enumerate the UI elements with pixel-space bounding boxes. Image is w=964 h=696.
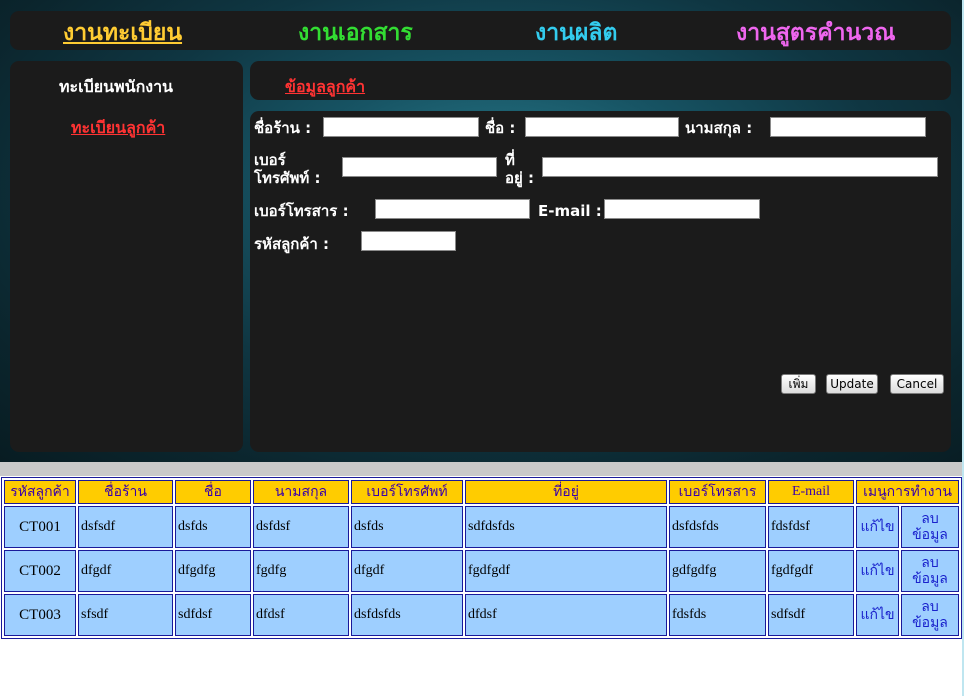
cell-shop-name: sfsdf	[78, 594, 173, 636]
customer-table: รหัสลูกค้า ชื่อร้าน ชื่อ นามสกุล เบอร์โท…	[1, 477, 962, 639]
cell-email: fgdfgdf	[768, 550, 854, 592]
table-row: CT001 dsfsdf dsfds dsfdsf dsfds sdfdsfds…	[4, 506, 959, 548]
nav-documents[interactable]: งานเอกสาร	[298, 18, 413, 48]
cell-phone: dfgdf	[351, 550, 463, 592]
customer-id-input[interactable]	[361, 231, 456, 251]
sidebar-item-customer-registry[interactable]: ทะเบียนลูกค้า	[71, 116, 165, 141]
phone-input[interactable]	[342, 157, 497, 177]
sidebar-item-employee-registry[interactable]: ทะเบียนพนักงาน	[59, 75, 173, 100]
surname-input[interactable]	[770, 117, 926, 137]
surname-label: นามสกุล :	[685, 119, 753, 137]
name-input[interactable]	[525, 117, 679, 137]
address-label-line1: ที่	[505, 151, 515, 169]
col-header-name: ชื่อ	[175, 480, 251, 504]
fax-input[interactable]	[375, 199, 530, 219]
table-row: CT002 dfgdf dfgdfg fgdfg dfgdf fgdfgdf g…	[4, 550, 959, 592]
add-button[interactable]: เพิ่ม	[781, 374, 816, 394]
col-header-surname: นามสกุล	[253, 480, 349, 504]
col-header-address: ที่อยู่	[465, 480, 667, 504]
cell-address: dfdsf	[465, 594, 667, 636]
delete-link-line1: ลบ	[921, 555, 939, 571]
cell-customer-id: CT001	[4, 506, 76, 548]
cell-name: sdfdsf	[175, 594, 251, 636]
delete-link-line2: ข้อมูล	[912, 615, 948, 631]
edit-link[interactable]: แก้ไข	[856, 594, 899, 636]
address-input[interactable]	[542, 157, 938, 177]
col-header-actions: เมนูการทำงาน	[856, 480, 959, 504]
delete-link[interactable]: ลบ ข้อมูล	[901, 550, 959, 592]
cell-shop-name: dsfsdf	[78, 506, 173, 548]
cell-shop-name: dfgdf	[78, 550, 173, 592]
col-header-email: E-mail	[768, 480, 854, 504]
cancel-button[interactable]: Cancel	[890, 374, 944, 394]
nav-production[interactable]: งานผลิต	[535, 18, 617, 48]
cell-name: dfgdfg	[175, 550, 251, 592]
cell-fax: dsfdsfds	[669, 506, 766, 548]
page-title: ข้อมูลลูกค้า	[285, 77, 366, 96]
name-label: ชื่อ :	[485, 119, 516, 137]
col-header-shop-name: ชื่อร้าน	[78, 480, 173, 504]
cell-surname: dsfdsf	[253, 506, 349, 548]
cell-surname: dfdsf	[253, 594, 349, 636]
delete-link-line1: ลบ	[921, 599, 939, 615]
cell-address: sdfdsfds	[465, 506, 667, 548]
phone-label-line2: โทรศัพท์ :	[254, 169, 321, 187]
cell-fax: gdfgdfg	[669, 550, 766, 592]
delete-link[interactable]: ลบ ข้อมูล	[901, 506, 959, 548]
email-label: E-mail :	[538, 202, 602, 220]
nav-registration[interactable]: งานทะเบียน	[63, 18, 182, 48]
cell-name: dsfds	[175, 506, 251, 548]
address-label-line2: อยู่ :	[505, 169, 535, 187]
cell-phone: dsfds	[351, 506, 463, 548]
email-input[interactable]	[604, 199, 760, 219]
cell-phone: dsfdsfds	[351, 594, 463, 636]
delete-link[interactable]: ลบ ข้อมูล	[901, 594, 959, 636]
delete-link-line2: ข้อมูล	[912, 571, 948, 587]
cell-customer-id: CT002	[4, 550, 76, 592]
shop-name-input[interactable]	[323, 117, 479, 137]
cell-email: fdsfdsf	[768, 506, 854, 548]
edit-link[interactable]: แก้ไข	[856, 506, 899, 548]
fax-label: เบอร์โทรสาร :	[254, 202, 349, 220]
col-header-fax: เบอร์โทรสาร	[669, 480, 766, 504]
delete-link-line1: ลบ	[921, 511, 939, 527]
nav-formula[interactable]: งานสูตรคำนวณ	[736, 18, 895, 48]
cell-email: sdfsdf	[768, 594, 854, 636]
shop-name-label: ชื่อร้าน :	[254, 119, 312, 137]
col-header-phone: เบอร์โทรศัพท์	[351, 480, 463, 504]
table-row: CT003 sfsdf sdfdsf dfdsf dsfdsfds dfdsf …	[4, 594, 959, 636]
col-header-customer-id: รหัสลูกค้า	[4, 480, 76, 504]
customer-id-label: รหัสลูกค้า :	[254, 235, 330, 253]
delete-link-line2: ข้อมูล	[912, 527, 948, 543]
update-button[interactable]: Update	[826, 374, 878, 394]
divider-strip	[0, 462, 962, 476]
cell-fax: fdsfds	[669, 594, 766, 636]
phone-label-line1: เบอร์	[254, 151, 286, 169]
cell-address: fgdfgdf	[465, 550, 667, 592]
table-header-row: รหัสลูกค้า ชื่อร้าน ชื่อ นามสกุล เบอร์โท…	[4, 480, 959, 504]
cell-customer-id: CT003	[4, 594, 76, 636]
cell-surname: fgdfg	[253, 550, 349, 592]
edit-link[interactable]: แก้ไข	[856, 550, 899, 592]
